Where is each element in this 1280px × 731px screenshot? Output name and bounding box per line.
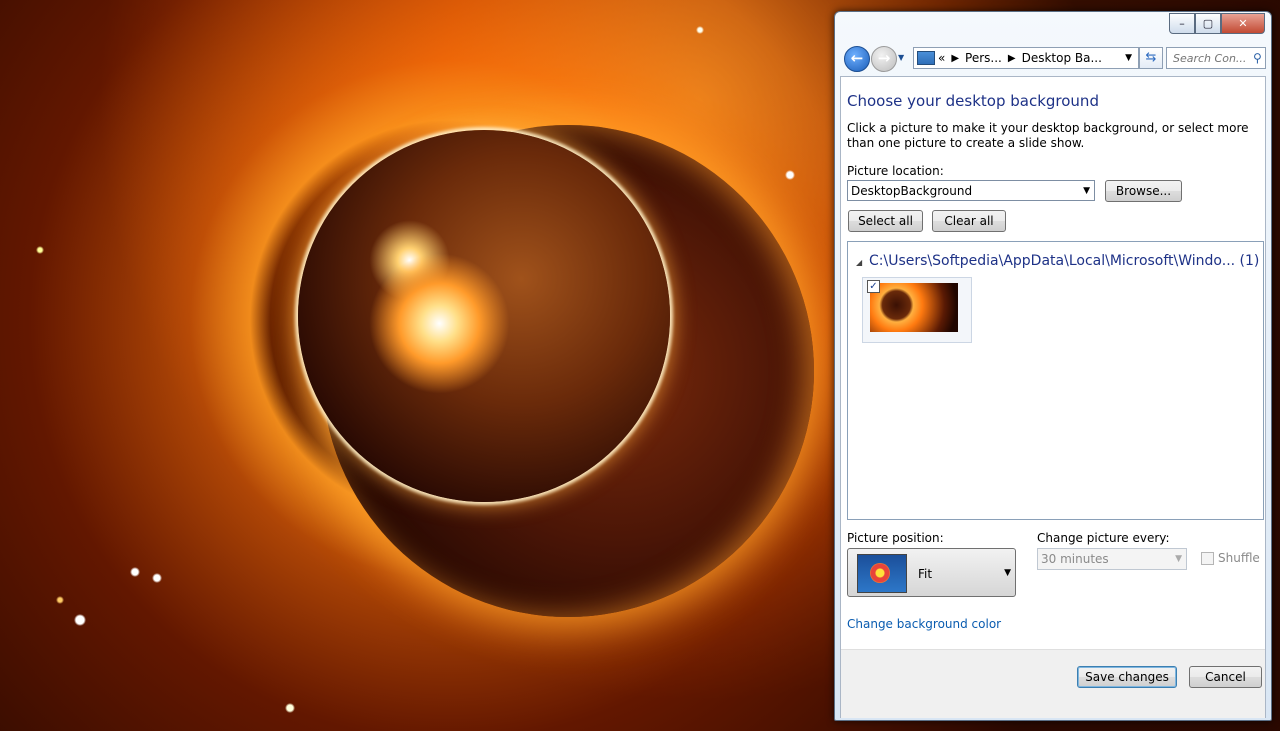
address-dropdown-icon[interactable]: ▼ — [1125, 53, 1132, 63]
collapse-triangle-icon[interactable]: ◢ — [856, 258, 862, 267]
wallpaper-planet-front — [298, 130, 670, 502]
breadcrumb-separator-icon[interactable]: ▶ — [1008, 53, 1016, 64]
maximize-button[interactable]: ▢ — [1195, 13, 1221, 34]
chevron-down-icon: ▼ — [1004, 568, 1011, 578]
close-button[interactable]: ✕ — [1221, 13, 1265, 34]
navigation-bar: ← → ▼ « ▶ Pers... ▶ Desktop Ba... ▼ ⇆ ⚲ — [841, 45, 1266, 73]
picture-group-path: C:\Users\Softpedia\AppData\Local\Microso… — [869, 253, 1260, 269]
page-description: Click a picture to make it your desktop … — [847, 121, 1249, 150]
picture-group-header[interactable]: ◢ C:\Users\Softpedia\AppData\Local\Micro… — [856, 253, 1259, 269]
chevron-down-icon: ▼ — [1083, 185, 1090, 196]
breadcrumb-separator-icon[interactable]: ▶ — [951, 53, 959, 64]
wallpaper-thumbnail-image — [870, 283, 958, 332]
picture-location-select[interactable]: DesktopBackground ▼ — [847, 180, 1095, 201]
forward-button[interactable]: → — [871, 46, 897, 72]
caption-buttons: – ▢ ✕ — [1169, 13, 1265, 34]
shuffle-option[interactable]: Shuffle — [1201, 551, 1260, 565]
change-picture-every-label: Change picture every: — [1037, 531, 1170, 545]
picture-position-select[interactable]: Fit ▼ — [847, 548, 1016, 597]
search-box[interactable]: ⚲ — [1166, 47, 1266, 69]
clear-all-button[interactable]: Clear all — [932, 210, 1006, 232]
shuffle-label: Shuffle — [1218, 551, 1260, 565]
refresh-icon[interactable]: ⇆ — [1139, 47, 1163, 69]
address-bar[interactable]: « ▶ Pers... ▶ Desktop Ba... ▼ — [913, 47, 1139, 69]
search-icon[interactable]: ⚲ — [1253, 51, 1262, 65]
browse-button[interactable]: Browse... — [1105, 180, 1182, 202]
picture-location-label: Picture location: — [847, 164, 944, 178]
picture-list: ◢ C:\Users\Softpedia\AppData\Local\Micro… — [847, 241, 1264, 520]
page-title: Choose your desktop background — [847, 92, 1099, 110]
picture-location-value: DesktopBackground — [851, 183, 973, 198]
recent-pages-dropdown-icon[interactable]: ▼ — [898, 53, 904, 62]
search-input[interactable] — [1167, 50, 1251, 66]
chevron-down-icon: ▼ — [1175, 554, 1182, 564]
picture-position-value: Fit — [918, 567, 933, 581]
change-picture-every-value: 30 minutes — [1041, 552, 1109, 566]
flower-icon — [870, 563, 890, 583]
minimize-button[interactable]: – — [1169, 13, 1195, 34]
select-all-button[interactable]: Select all — [848, 210, 923, 232]
breadcrumb-desktop-background[interactable]: Desktop Ba... — [1022, 51, 1102, 65]
breadcrumb-personalization[interactable]: Pers... — [965, 51, 1002, 65]
control-panel-icon — [917, 51, 935, 65]
change-picture-every-select[interactable]: 30 minutes ▼ — [1037, 548, 1187, 570]
back-button[interactable]: ← — [844, 46, 870, 72]
change-background-color-link[interactable]: Change background color — [847, 617, 1001, 631]
personalization-window: – ▢ ✕ ← → ▼ « ▶ Pers... ▶ Desktop Ba... … — [834, 11, 1272, 721]
breadcrumb-overflow[interactable]: « — [938, 51, 945, 65]
dialog-footer: Save changes Cancel — [841, 649, 1265, 718]
picture-checkbox[interactable]: ✓ — [867, 280, 880, 293]
shuffle-checkbox[interactable] — [1201, 551, 1214, 565]
position-preview-icon — [857, 554, 907, 593]
content-area: Choose your desktop background Click a p… — [840, 76, 1266, 718]
picture-position-label: Picture position: — [847, 531, 944, 545]
save-changes-button[interactable]: Save changes — [1077, 666, 1177, 688]
cancel-button[interactable]: Cancel — [1189, 666, 1262, 688]
picture-thumbnail[interactable]: ✓ — [862, 277, 972, 343]
